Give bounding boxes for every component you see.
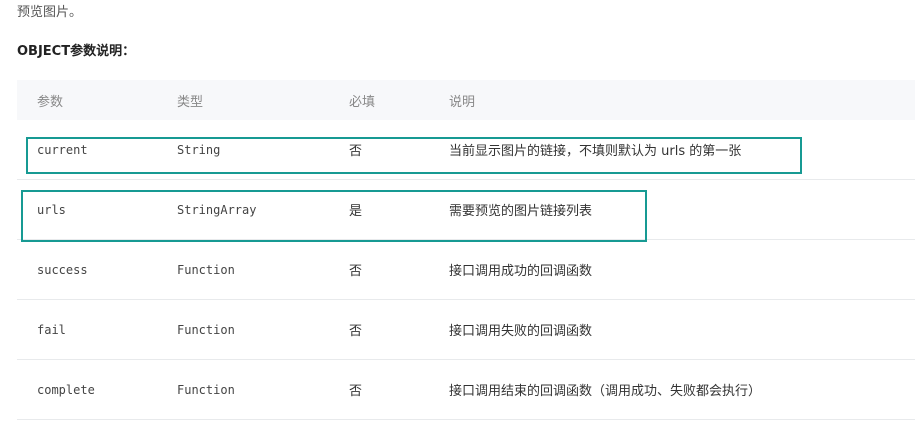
intro-text: 预览图片。 xyxy=(17,5,83,20)
param-name: fail xyxy=(37,322,66,337)
table-row: urls StringArray 是 需要预览的图片链接列表 xyxy=(17,180,915,240)
param-type: StringArray xyxy=(177,202,257,217)
table-header: 参数 类型 必填 说明 xyxy=(17,80,915,120)
param-type: Function xyxy=(177,262,235,277)
parameter-table: 参数 类型 必填 说明 current String 否 当前显示图片的链接，不… xyxy=(17,80,915,420)
param-type: Function xyxy=(177,322,235,337)
param-description: 当前显示图片的链接，不填则默认为 urls 的第一张 xyxy=(449,144,742,159)
param-description: 接口调用结束的回调函数（调用成功、失败都会执行） xyxy=(449,384,762,399)
param-required: 否 xyxy=(349,264,363,279)
header-required: 必填 xyxy=(349,94,376,110)
param-name: current xyxy=(37,142,88,157)
param-required: 是 xyxy=(349,204,363,219)
header-type: 类型 xyxy=(177,94,204,110)
table-row: complete Function 否 接口调用结束的回调函数（调用成功、失败都… xyxy=(17,360,915,420)
param-required: 否 xyxy=(349,324,363,339)
param-type: Function xyxy=(177,382,235,397)
table-row: fail Function 否 接口调用失败的回调函数 xyxy=(17,300,915,360)
param-required: 否 xyxy=(349,384,363,399)
table-row: current String 否 当前显示图片的链接，不填则默认为 urls 的… xyxy=(17,120,915,180)
param-description: 接口调用失败的回调函数 xyxy=(449,324,593,339)
param-name: urls xyxy=(37,202,66,217)
param-description: 接口调用成功的回调函数 xyxy=(449,264,593,279)
param-name: success xyxy=(37,262,88,277)
param-name: complete xyxy=(37,382,95,397)
table-row: success Function 否 接口调用成功的回调函数 xyxy=(17,240,915,300)
param-type: String xyxy=(177,142,221,157)
param-required: 否 xyxy=(349,144,363,159)
header-description: 说明 xyxy=(449,94,476,110)
header-name: 参数 xyxy=(37,94,64,110)
section-title: OBJECT参数说明： xyxy=(17,44,136,59)
param-description: 需要预览的图片链接列表 xyxy=(449,204,593,219)
